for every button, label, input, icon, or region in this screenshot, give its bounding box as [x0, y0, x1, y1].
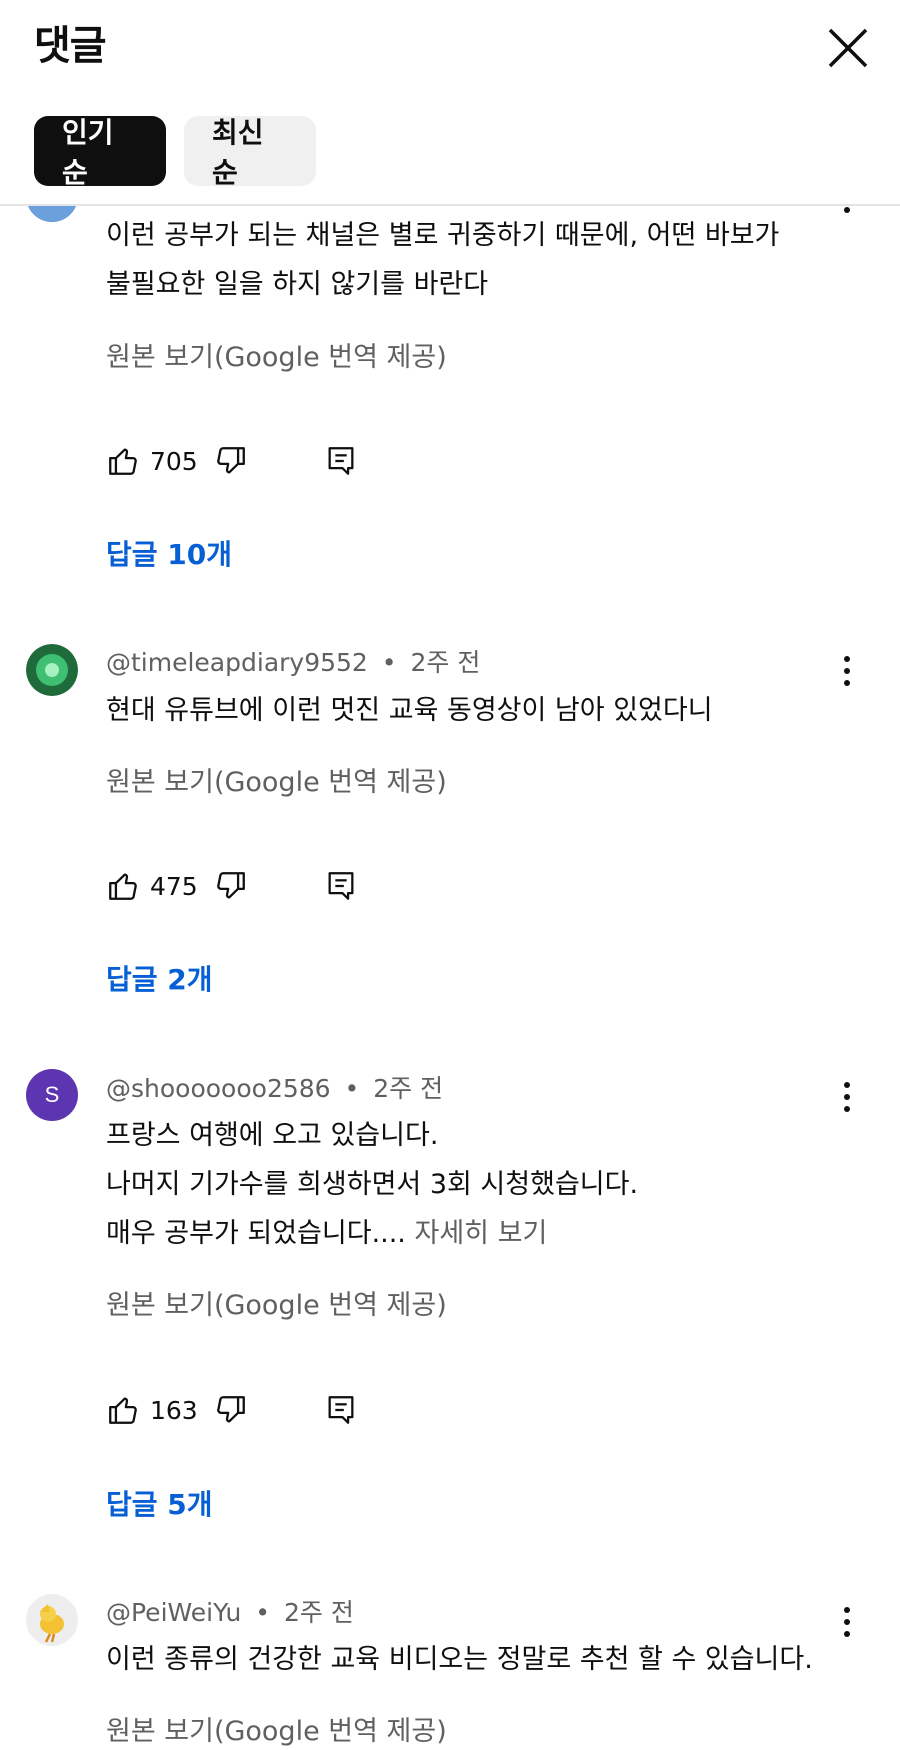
comment-time: 2주 전: [284, 1598, 354, 1627]
comment-meta: @timeleapdiary9552 • 2주 전: [106, 647, 480, 679]
comment-line: 프랑스 여행에 오고 있습니다.: [106, 1120, 439, 1151]
comment-actions: 705: [106, 441, 358, 481]
page-title: 댓글: [34, 23, 107, 69]
comment-text: 현대 유튜브에 이런 멋진 교육 동영상이 남아 있었다니: [106, 686, 866, 735]
replies-link[interactable]: 답글 10개: [106, 536, 232, 574]
comment-text: 이런 공부가 되는 채널은 별로 귀중하기 때문에, 어떤 바보가 불필요한 일…: [106, 211, 866, 309]
like-button[interactable]: [106, 869, 140, 903]
thumbs-up-icon: [109, 448, 137, 475]
dislike-button[interactable]: [214, 444, 248, 478]
thumbs-down-icon: [217, 872, 245, 899]
view-original-link[interactable]: 원본 보기(Google 번역 제공): [106, 765, 447, 801]
chip-top-comments[interactable]: 인기순: [34, 116, 166, 189]
comment-author[interactable]: @shooooooo2586: [106, 1074, 331, 1103]
comment-time: 2주 전: [410, 648, 481, 677]
like-count: 163: [150, 1395, 198, 1425]
like-count: 705: [150, 446, 198, 476]
replies-link[interactable]: 답글 2개: [106, 961, 213, 999]
reply-button[interactable]: [324, 444, 358, 478]
comment-line: 이런 공부가 되는 채널은 별로 귀중하기 때문에, 어떤 바보가: [106, 220, 780, 251]
view-original-link[interactable]: 원본 보기(Google 번역 제공): [106, 1288, 447, 1324]
comment-text: 프랑스 여행에 오고 있습니다. 나머지 기가수를 희생하면서 3회 시청했습니…: [106, 1111, 866, 1258]
comment-line: 현대 유튜브에 이런 멋진 교육 동영상이 남아 있었다니: [106, 695, 713, 726]
comment-author[interactable]: @PeiWeiYu: [106, 1598, 241, 1627]
comments-header: 댓글 인기순 최신순: [0, 0, 900, 206]
comment-text: 이런 종류의 건강한 교육 비디오는 정말로 추천 할 수 있습니다.: [106, 1635, 866, 1684]
dislike-button[interactable]: [214, 1393, 248, 1427]
replies-link[interactable]: 답글 5개: [106, 1486, 213, 1524]
separator-dot: •: [255, 1598, 271, 1627]
comment-line: 불필요한 일을 하지 않기를 바란다: [106, 269, 489, 300]
chip-newest[interactable]: 최신순: [184, 116, 316, 189]
close-icon: [828, 28, 868, 68]
avatar[interactable]: [26, 644, 78, 696]
comment-icon: [328, 1396, 354, 1424]
like-count: 475: [150, 871, 198, 901]
comment-meta: @shooooooo2586 • 2주 전: [106, 1073, 443, 1105]
like-button[interactable]: [106, 1393, 140, 1427]
comment-icon: [328, 872, 354, 900]
comment-line: 나머지 기가수를 희생하면서 3회 시청했습니다.: [106, 1169, 639, 1200]
thumbs-up-icon: [109, 873, 137, 900]
thumbs-down-icon: [217, 447, 245, 474]
thumbs-down-icon: [217, 1396, 245, 1423]
comment-line: 이런 종류의 건강한 교육 비디오는 정말로 추천 할 수 있습니다.: [106, 1644, 813, 1675]
comment-author[interactable]: @timeleapdiary9552: [106, 648, 368, 677]
comment-icon: [328, 447, 354, 475]
comment-line: 매우 공부가 되었습니다.... 자세히 보기: [106, 1209, 866, 1258]
comment-actions: 163: [106, 1390, 358, 1430]
reply-button[interactable]: [324, 869, 358, 903]
dislike-button[interactable]: [214, 869, 248, 903]
comment-actions: 475: [106, 866, 358, 906]
comment-time: 2주 전: [373, 1074, 444, 1103]
read-more-link[interactable]: 자세히 보기: [415, 1218, 548, 1249]
avatar-letter: S: [44, 1082, 60, 1107]
comment-meta: @PeiWeiYu • 2주 전: [106, 1597, 354, 1629]
separator-dot: •: [381, 648, 397, 677]
sort-chips: 인기순 최신순: [34, 116, 316, 189]
view-original-link[interactable]: 원본 보기(Google 번역 제공): [106, 1714, 447, 1750]
separator-dot: •: [344, 1074, 360, 1103]
avatar[interactable]: S: [26, 1069, 78, 1121]
view-original-link[interactable]: 원본 보기(Google 번역 제공): [106, 340, 447, 376]
close-button[interactable]: [820, 20, 876, 76]
comment-line-text: 매우 공부가 되었습니다....: [106, 1218, 406, 1249]
like-button[interactable]: [106, 444, 140, 478]
thumbs-up-icon: [109, 1397, 137, 1424]
reply-button[interactable]: [324, 1393, 358, 1427]
avatar[interactable]: [26, 1594, 78, 1646]
